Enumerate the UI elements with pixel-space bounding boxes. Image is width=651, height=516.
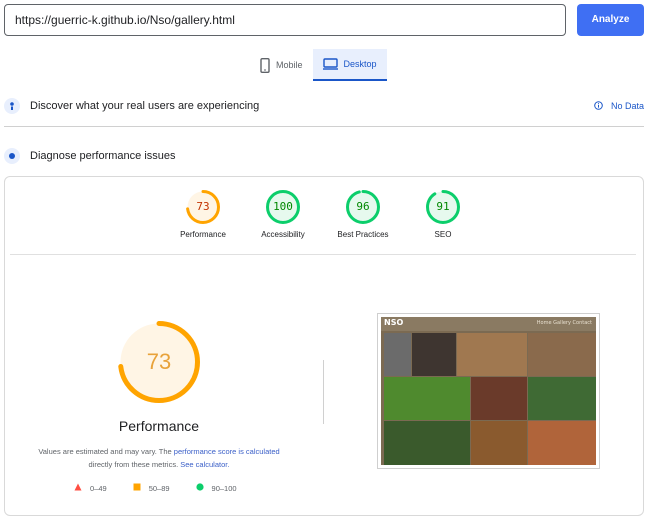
score-gauge-accessibility[interactable]: 100 Accessibility	[243, 190, 323, 239]
url-input[interactable]: https://guerric-k.github.io/Nso/gallery.…	[4, 4, 566, 36]
gallery-tile	[412, 333, 456, 376]
score-label: Accessibility	[261, 230, 305, 239]
field-data-title: Discover what your real users are experi…	[30, 100, 260, 112]
tab-mobile[interactable]: Mobile	[250, 49, 313, 81]
gallery-tile	[457, 333, 527, 376]
legend-item-pass: 90–100	[195, 483, 237, 493]
tab-desktop[interactable]: Desktop	[312, 49, 387, 81]
score-value: 73	[196, 200, 210, 213]
lab-data-section: Diagnose performance issues	[4, 144, 644, 168]
field-data-section: Discover what your real users are experi…	[4, 94, 644, 118]
gallery-tile	[384, 377, 470, 420]
score-label: SEO	[434, 230, 452, 239]
tab-mobile-label: Mobile	[276, 60, 303, 70]
red-triangle-icon	[74, 483, 82, 493]
screenshot-nav: Home Gallery Contact	[536, 320, 592, 326]
note-prefix: Values are estimated and may vary. The	[38, 447, 174, 456]
page-screenshot[interactable]: NSO Home Gallery Contact	[377, 313, 600, 469]
device-tabs: Mobile Desktop	[250, 49, 387, 81]
mobile-phone-icon	[260, 57, 270, 73]
score-gauge-performance[interactable]: 73 Performance	[163, 190, 243, 239]
note-middle: directly from these metrics.	[88, 460, 181, 469]
score-value: 100	[273, 200, 293, 213]
tab-desktop-label: Desktop	[343, 59, 377, 69]
legend-range: 90–100	[211, 483, 237, 493]
see-calculator-link[interactable]: See calculator.	[180, 460, 229, 469]
screenshot-image: NSO Home Gallery Contact	[381, 317, 596, 465]
analyze-button[interactable]: Analyze	[577, 4, 644, 36]
gallery-tile	[528, 377, 596, 420]
screenshot-header: NSO Home Gallery Contact	[381, 317, 596, 331]
gauges-divider	[10, 254, 636, 255]
lab-flask-icon	[4, 148, 20, 164]
score-value: 91	[436, 200, 450, 213]
gallery-tile	[384, 421, 470, 465]
legend-range: 50–89	[148, 483, 170, 493]
score-label: Performance	[180, 230, 226, 239]
legend-item-average: 50–89	[133, 483, 170, 493]
no-data-label: No Data	[610, 101, 644, 111]
score-calculated-link[interactable]: performance score is calculated	[174, 447, 280, 456]
score-legend: 0–49 50–89 90–100	[74, 483, 237, 493]
score-note: Values are estimated and may vary. The p…	[20, 445, 298, 471]
score-value: 96	[356, 200, 370, 213]
performance-score-value: 73	[146, 349, 172, 374]
performance-big-gauge: 73	[118, 321, 200, 403]
info-icon	[594, 100, 603, 112]
screenshot-logo: NSO	[384, 318, 404, 327]
gallery-tile	[384, 333, 411, 376]
green-circle-icon	[195, 483, 204, 493]
desktop-monitor-icon	[322, 58, 338, 70]
no-data-status: No Data	[594, 100, 644, 112]
section-divider	[4, 126, 644, 127]
orange-square-icon	[133, 483, 141, 493]
legend-range: 0–49	[90, 483, 107, 493]
users-icon	[4, 98, 20, 114]
vertical-divider	[323, 360, 324, 424]
score-gauge-best-practices[interactable]: 96 Best Practices	[323, 190, 403, 239]
gallery-tile	[471, 377, 527, 420]
lab-data-title: Diagnose performance issues	[30, 150, 176, 162]
gallery-tile	[528, 421, 596, 465]
legend-item-fail: 0–49	[74, 483, 107, 493]
gallery-tile	[528, 333, 596, 376]
performance-title: Performance	[118, 418, 200, 434]
score-gauge-seo[interactable]: 91 SEO	[403, 190, 483, 239]
score-label: Best Practices	[337, 230, 389, 239]
gallery-tile	[471, 421, 527, 465]
